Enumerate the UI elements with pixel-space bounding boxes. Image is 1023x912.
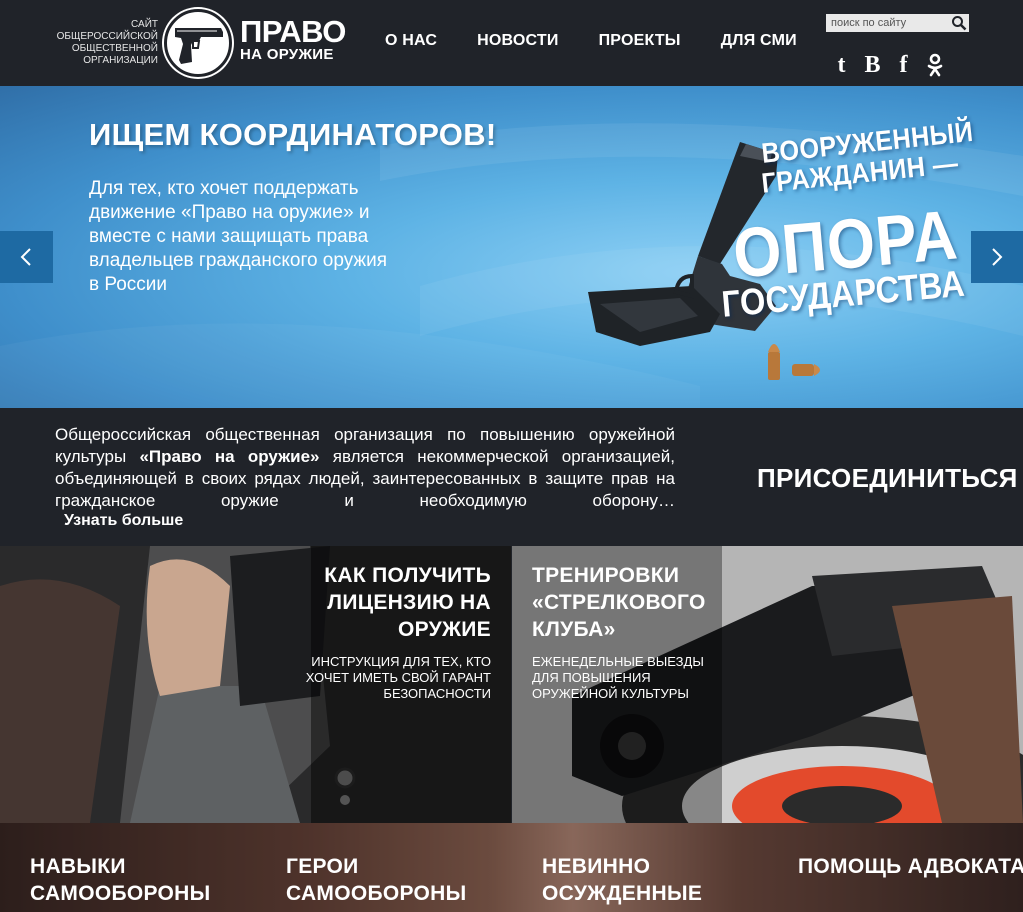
org-name: «Право на оружие» [139, 447, 320, 466]
logo-line-2: НА ОРУЖИЕ [240, 46, 334, 63]
innocent-convicts-link[interactable]: НЕВИННО ОСУЖДЕННЫЕ [542, 853, 772, 907]
tile-title: ТРЕНИРОВКИ «СТРЕЛКОВОГО КЛУБА» [532, 564, 706, 641]
site-caption-line: общероссийской [56, 31, 158, 42]
search-icon[interactable] [951, 15, 967, 31]
odnoklassniki-icon[interactable] [919, 52, 950, 78]
site-caption-line: организации [83, 55, 158, 66]
self-defense-heroes-link[interactable]: ГЕРОИ САМООБОРОНЫ [286, 853, 516, 907]
join-button[interactable]: ПРИСОЕДИНИТЬСЯ [757, 463, 1018, 494]
main-nav: О НАС НОВОСТИ ПРОЕКТЫ ДЛЯ СМИ [385, 32, 837, 50]
logo-pistol-icon[interactable] [164, 9, 232, 77]
hero-title: ИЩЕМ КООРДИНАТОРОВ! [89, 117, 497, 152]
tile-title: КАК ПОЛУЧИТЬ ЛИЦЕНЗИЮ НА ОРУЖИЕ [324, 564, 491, 641]
chevron-right-icon [992, 248, 1003, 266]
nav-news[interactable]: НОВОСТИ [477, 32, 558, 50]
nav-about[interactable]: О НАС [385, 32, 437, 50]
logo-wordmark[interactable]: ПРАВО НА ОРУЖИЕ [240, 14, 350, 64]
tile-subtitle: ИНСТРУКЦИЯ ДЛЯ ТЕХ, КТО ХОЧЕТ ИМЕТЬ СВОЙ… [305, 654, 491, 701]
nav-press[interactable]: ДЛЯ СМИ [721, 32, 797, 50]
nav-projects[interactable]: ПРОЕКТЫ [599, 32, 681, 50]
self-defense-skills-link[interactable]: НАВЫКИ САМООБОРОНЫ [30, 853, 260, 907]
hero-slider: ИЩЕМ КООРДИНАТОРОВ! Для тех, кто хочет п… [0, 86, 1023, 408]
site-header: Сайт общероссийской общественной организ… [0, 0, 1023, 86]
chevron-left-icon [20, 248, 31, 266]
site-caption: Сайт общероссийской общественной организ… [40, 19, 158, 67]
logo-line-1: ПРАВО [240, 14, 346, 49]
learn-more-link[interactable]: Узнать больше [64, 512, 183, 530]
about-section: Общероссийская общественная организация … [0, 408, 1023, 546]
categories-strip: НАВЫКИ САМООБОРОНЫ ГЕРОИ САМООБОРОНЫ НЕВ… [0, 823, 1023, 912]
slider-prev-button[interactable] [0, 231, 53, 283]
social-links: t B f [826, 52, 950, 78]
site-caption-line: Сайт [131, 19, 158, 30]
license-tile[interactable]: КАК ПОЛУЧИТЬ ЛИЦЕНЗИЮ НА ОРУЖИЕ ИНСТРУКЦ… [0, 546, 511, 823]
facebook-icon[interactable]: f [888, 52, 919, 78]
tumblr-icon[interactable]: t [826, 52, 857, 78]
site-caption-line: общественной [71, 43, 158, 54]
search-input[interactable] [826, 14, 950, 32]
tile-subtitle: ЕЖЕНЕДЕЛЬНЫЕ ВЫЕЗДЫ ДЛЯ ПОВЫШЕНИЯ ОРУЖЕЙ… [532, 654, 704, 701]
hero-poster: ВООРУЖЕННЫЙ ГРАЖДАНИН — ОПОРА ГОСУДАРСТВ… [580, 116, 975, 386]
training-tile[interactable]: ТРЕНИРОВКИ «СТРЕЛКОВОГО КЛУБА» ЕЖЕНЕДЕЛЬ… [512, 546, 1023, 823]
slider-next-button[interactable] [971, 231, 1023, 283]
vk-icon[interactable]: B [857, 52, 888, 78]
about-text: Общероссийская общественная организация … [55, 424, 675, 512]
hero-text: Для тех, кто хочет поддержать движение «… [89, 178, 388, 295]
lawyer-help-link[interactable]: ПОМОЩЬ АДВОКАТА [798, 853, 1023, 880]
search-box [826, 14, 969, 32]
